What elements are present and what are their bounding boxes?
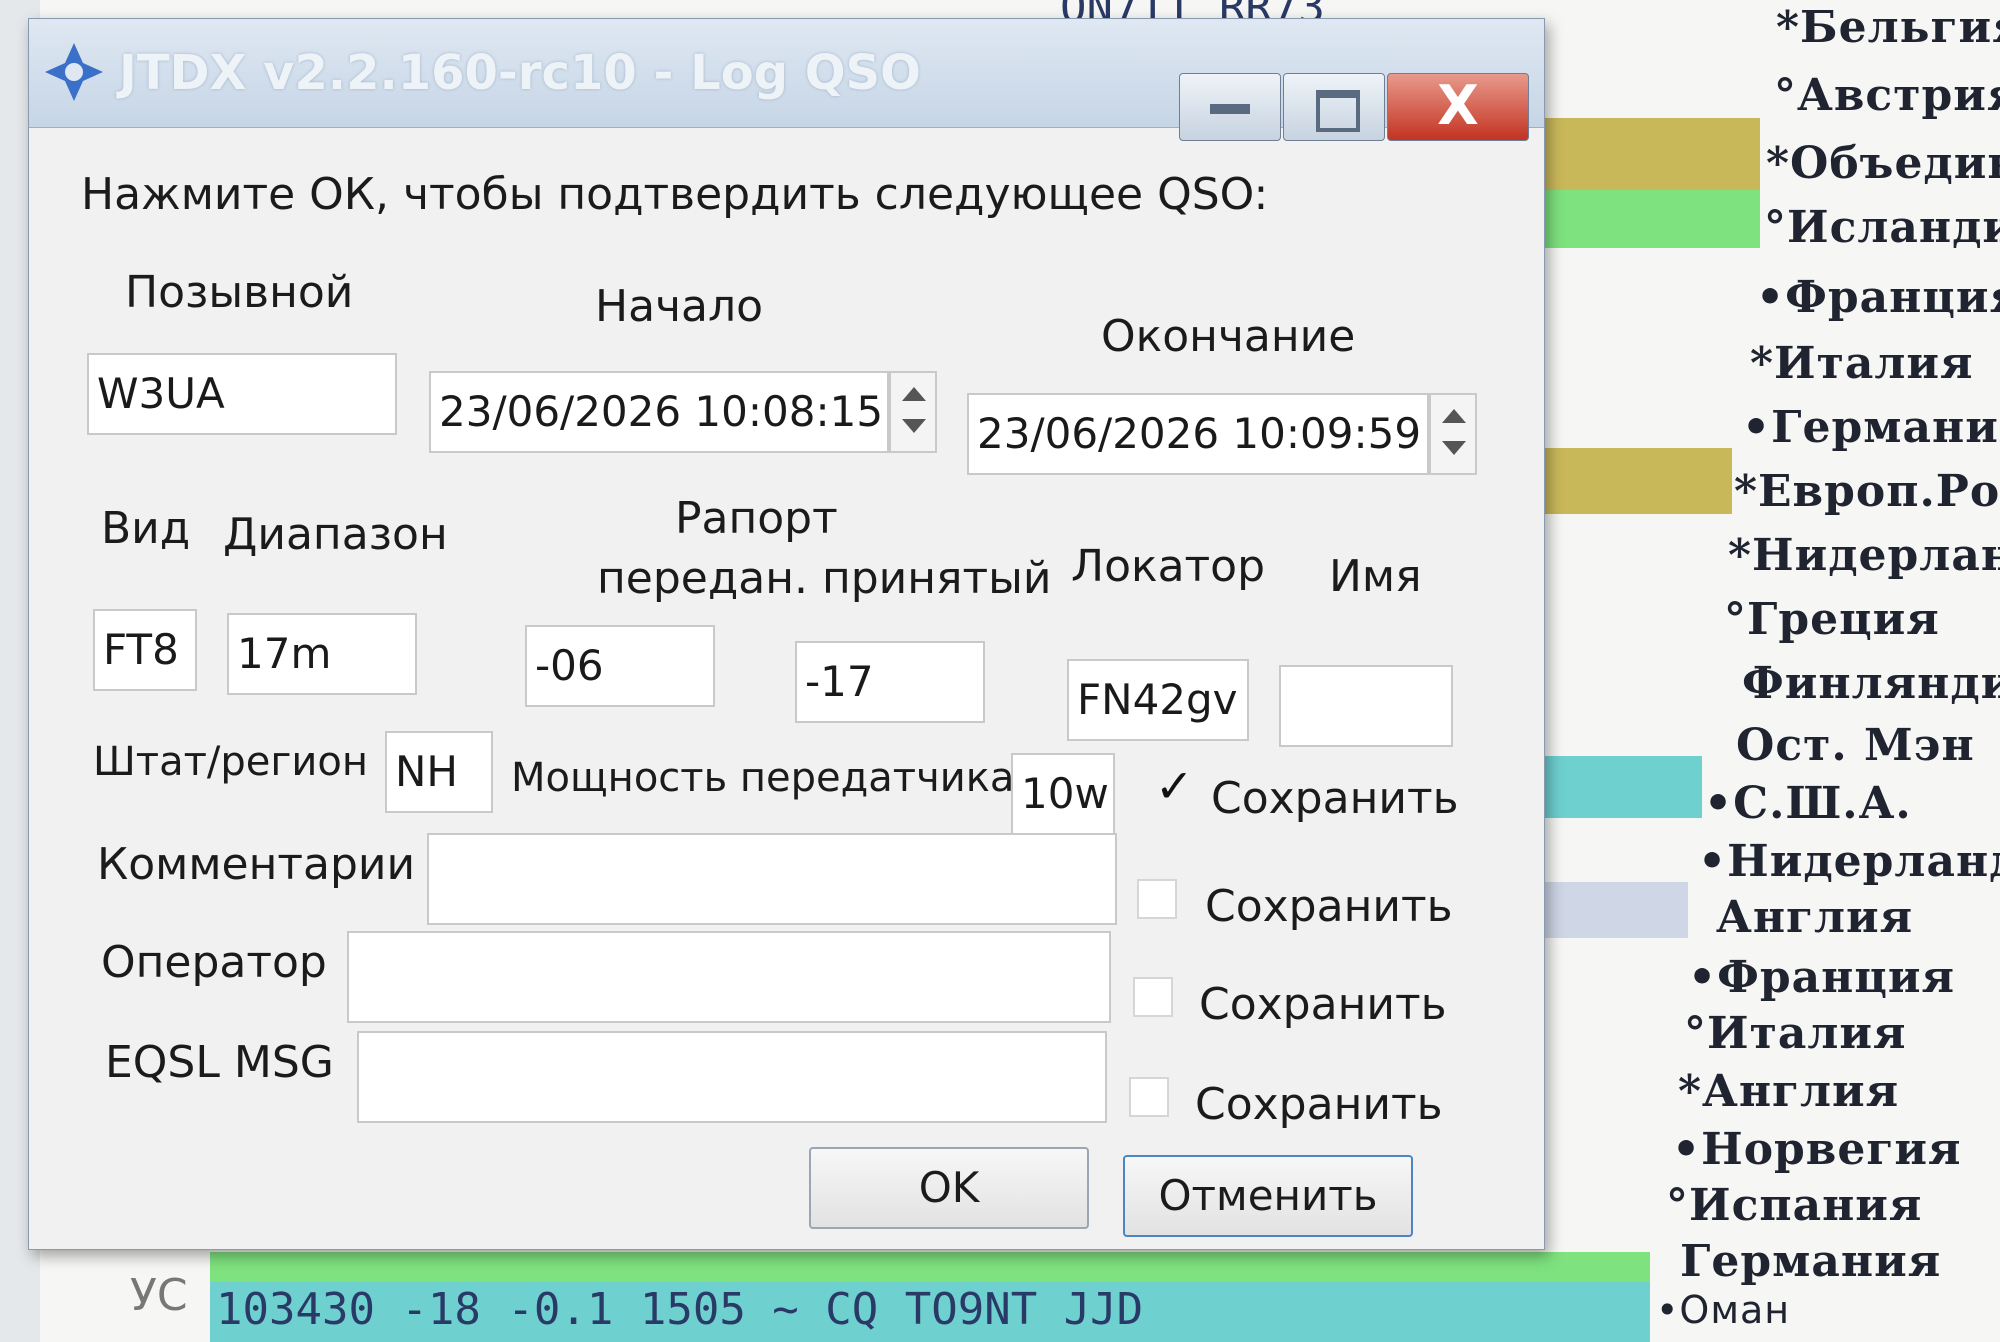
country-item: *Бельгия — [1776, 2, 2000, 53]
rst-sent-field[interactable]: -06 — [525, 625, 715, 707]
country-item: Германия — [1680, 1236, 1942, 1287]
log-qso-dialog: JTDX v2.2.160-rc10 - Log QSO X Нажмите О… — [28, 18, 1545, 1250]
minimize-button[interactable] — [1179, 73, 1281, 141]
power-field[interactable]: 10w — [1011, 753, 1115, 835]
callsign-field[interactable]: W3UA — [87, 353, 397, 435]
rst-received-field[interactable]: -17 — [795, 641, 985, 723]
maximize-icon — [1316, 90, 1360, 132]
save-operator-checkbox[interactable] — [1133, 977, 1173, 1017]
confirm-prompt: Нажмите ОК, чтобы подтвердить следующее … — [81, 169, 1269, 220]
band-field[interactable]: 17m — [227, 613, 417, 695]
country-item: Ост. Мэн — [1736, 720, 1975, 771]
window-title: JTDX v2.2.160-rc10 - Log QSO — [119, 45, 921, 101]
minimize-icon — [1210, 104, 1250, 114]
locator-label: Локатор — [1071, 541, 1266, 592]
highlight-band — [1540, 190, 1760, 248]
country-item: *Нидерлан — [1728, 530, 2000, 581]
state-field[interactable]: NH — [385, 731, 493, 813]
country-item: °Италия — [1684, 1008, 1907, 1059]
eqsl-field[interactable] — [357, 1031, 1107, 1123]
mode-label: Вид — [101, 503, 191, 554]
country-item: *Англия — [1678, 1066, 1900, 1117]
checkmark-icon: ✓ — [1155, 759, 1194, 813]
name-label: Имя — [1329, 551, 1422, 602]
report-label: Рапорт — [675, 493, 838, 544]
start-datetime-field[interactable]: 23/06/2026 10:08:15 — [429, 371, 889, 453]
start-label: Начало — [595, 281, 764, 332]
spin-up-icon — [1442, 409, 1466, 423]
country-item: °Испания — [1666, 1180, 1923, 1231]
name-field[interactable] — [1279, 665, 1453, 747]
close-button[interactable]: X — [1387, 73, 1529, 141]
report-sub-label: передан. принятый — [597, 553, 1052, 604]
end-datetime-field[interactable]: 23/06/2026 10:09:59 — [967, 393, 1429, 475]
save-comments-checkbox[interactable] — [1137, 879, 1177, 919]
country-item: *Италия — [1750, 338, 1974, 389]
state-label: Штат/регион — [93, 739, 368, 785]
save-eqsl-label: Сохранить — [1195, 1079, 1443, 1130]
band-label: Диапазон — [223, 509, 448, 560]
spin-up-icon — [902, 387, 926, 401]
operator-label: Оператор — [101, 937, 327, 988]
country-item: •Оман — [1656, 1288, 1791, 1332]
mode-field[interactable]: FT8 — [93, 609, 197, 691]
save-eqsl-checkbox[interactable] — [1129, 1077, 1169, 1117]
locator-field[interactable]: FN42gv — [1067, 659, 1249, 741]
end-spinner[interactable] — [1429, 393, 1477, 475]
end-label: Окончание — [1101, 311, 1356, 362]
left-fragment: УС — [130, 1270, 188, 1321]
app-icon — [45, 43, 103, 101]
country-item: •Франция — [1688, 952, 1955, 1003]
start-spinner[interactable] — [889, 371, 937, 453]
country-item: Англия — [1716, 892, 1914, 943]
country-item: •Германия — [1742, 402, 2000, 453]
comments-field[interactable] — [427, 833, 1117, 925]
save-power-checkbox[interactable]: ✓ — [1151, 763, 1194, 815]
country-item: •Нидерланд — [1698, 836, 2000, 887]
country-item: *Объедин — [1766, 138, 2000, 189]
title-bar[interactable]: JTDX v2.2.160-rc10 - Log QSO X — [29, 19, 1544, 141]
country-item: •С.Ш.А. — [1704, 778, 1912, 829]
power-label: Мощность передатчика — [511, 755, 1015, 801]
country-item: Финляндия — [1742, 658, 2000, 709]
country-item: •Норвегия — [1672, 1124, 1962, 1175]
country-item: °Исланди — [1764, 202, 2000, 253]
close-icon: X — [1437, 74, 1479, 137]
cancel-button[interactable]: Отменить — [1123, 1155, 1413, 1237]
country-item: *Европ.Ро — [1734, 466, 2000, 517]
save-comments-label: Сохранить — [1205, 881, 1453, 932]
highlight-band — [210, 1252, 1650, 1282]
country-item: °Австрия — [1774, 70, 2000, 121]
save-operator-label: Сохранить — [1199, 979, 1447, 1030]
save-power-label: Сохранить — [1211, 773, 1459, 824]
eqsl-label: EQSL MSG — [105, 1037, 334, 1088]
operator-field[interactable] — [347, 931, 1111, 1023]
callsign-label: Позывной — [125, 267, 354, 318]
highlight-band — [1540, 118, 1760, 190]
comments-label: Комментарии — [97, 839, 416, 890]
log-line-bottom: 103430 -18 -0.1 1505 ~ CQ TO9NT JJD — [216, 1284, 1144, 1335]
country-item: •Франция — [1756, 272, 2000, 323]
spin-down-icon — [1442, 441, 1466, 455]
ok-button[interactable]: OK — [809, 1147, 1089, 1229]
spin-down-icon — [902, 419, 926, 433]
maximize-button[interactable] — [1283, 73, 1385, 141]
country-item: °Греция — [1724, 594, 1940, 645]
